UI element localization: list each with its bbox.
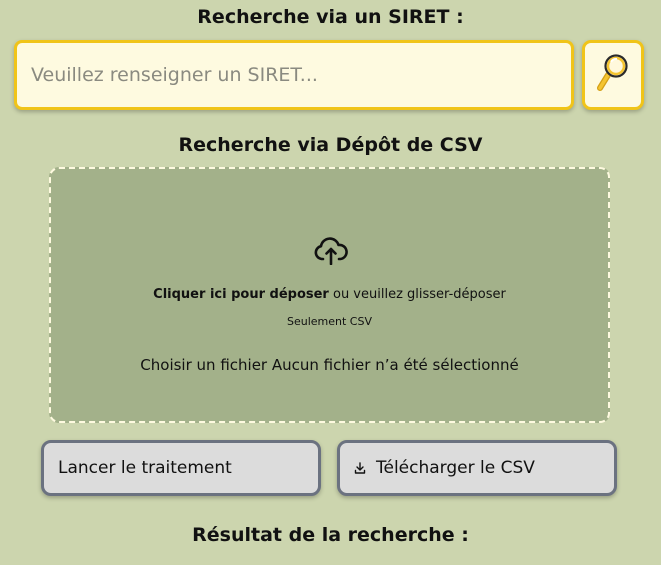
magnifier-icon xyxy=(595,53,631,97)
cloud-upload-icon xyxy=(314,237,348,269)
page: Recherche via un SIRET : Recherche via D… xyxy=(0,0,661,565)
csv-dropzone[interactable]: Cliquer ici pour déposer ou veuillez gli… xyxy=(49,167,610,423)
run-processing-label: Lancer le traitement xyxy=(58,458,232,478)
download-icon xyxy=(354,462,366,474)
siret-search-title: Recherche via un SIRET : xyxy=(197,6,464,28)
choose-file-button[interactable]: Choisir un fichier xyxy=(140,356,267,374)
file-status-text: Aucun fichier n’a été sélectionné xyxy=(271,356,519,374)
csv-search-title: Recherche via Dépôt de CSV xyxy=(178,134,483,156)
search-button[interactable] xyxy=(582,40,644,110)
click-to-upload-label: Cliquer ici pour déposer xyxy=(153,287,329,302)
result-title: Résultat de la recherche : xyxy=(192,524,469,546)
dropzone-instruction: Cliquer ici pour déposer ou veuillez gli… xyxy=(51,287,608,302)
siret-input[interactable] xyxy=(14,40,574,110)
download-csv-label: Télécharger le CSV xyxy=(376,458,535,478)
run-processing-button[interactable]: Lancer le traitement xyxy=(41,440,321,496)
drag-drop-label: ou veuillez glisser-déposer xyxy=(332,287,506,302)
accepted-format-note: Seulement CSV xyxy=(287,315,372,328)
file-input[interactable]: Choisir un fichier Aucun fichier n’a été… xyxy=(51,356,608,374)
download-csv-button[interactable]: Télécharger le CSV xyxy=(337,440,617,496)
